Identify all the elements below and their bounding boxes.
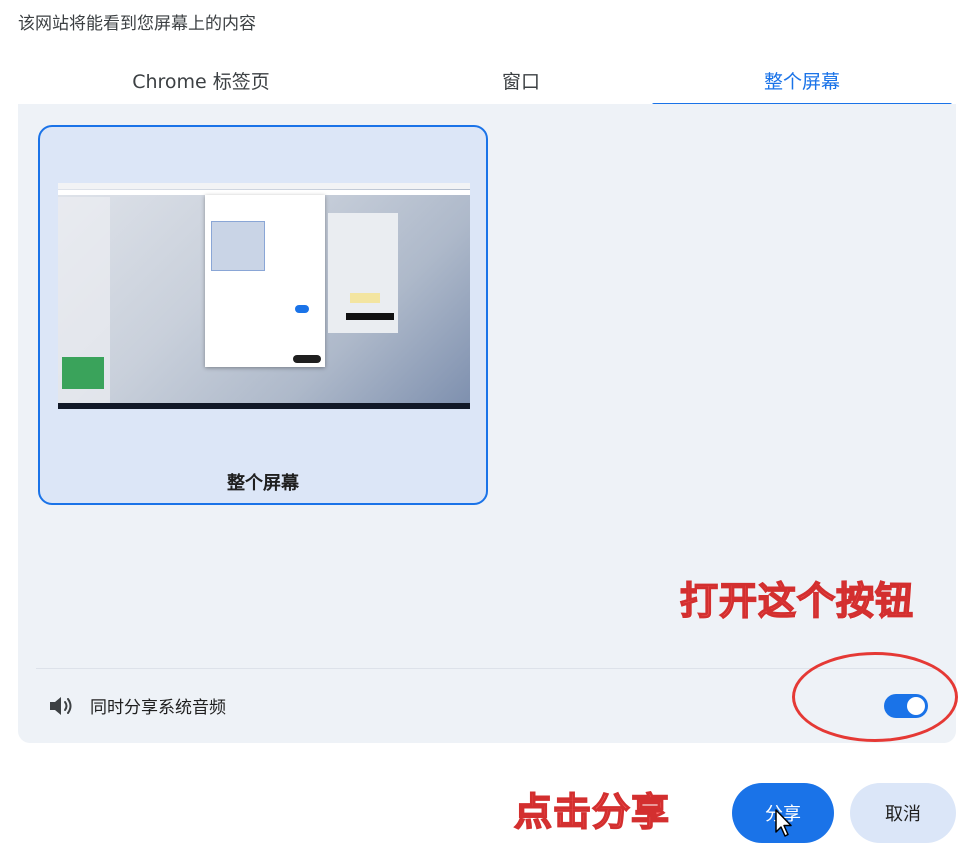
tab-bar: Chrome 标签页 窗口 整个屏幕 (18, 56, 956, 106)
tab-window[interactable]: 窗口 (371, 56, 671, 104)
source-panel: 整个屏幕 同时分享系统音频 (18, 104, 956, 743)
annotation-circle (792, 652, 958, 742)
mouse-cursor-icon (775, 809, 792, 837)
tab-entire-screen[interactable]: 整个屏幕 (652, 56, 952, 106)
screen-thumbnail (58, 183, 470, 409)
screen-card-label: 整个屏幕 (227, 473, 299, 494)
annotation-share-hint: 点击分享 (513, 789, 671, 835)
system-audio-label: 同时分享系统音频 (90, 698, 226, 718)
screen-card[interactable]: 整个屏幕 (38, 125, 488, 505)
speaker-icon (50, 697, 72, 715)
tab-chrome-tabs[interactable]: Chrome 标签页 (51, 56, 351, 104)
tab-entire-screen-label: 整个屏幕 (763, 70, 840, 93)
dialog-title: 该网站将能看到您屏幕上的内容 (18, 14, 256, 34)
cancel-button[interactable]: 取消 (850, 783, 956, 843)
annotation-toggle-hint: 打开这个按钮 (679, 578, 915, 624)
